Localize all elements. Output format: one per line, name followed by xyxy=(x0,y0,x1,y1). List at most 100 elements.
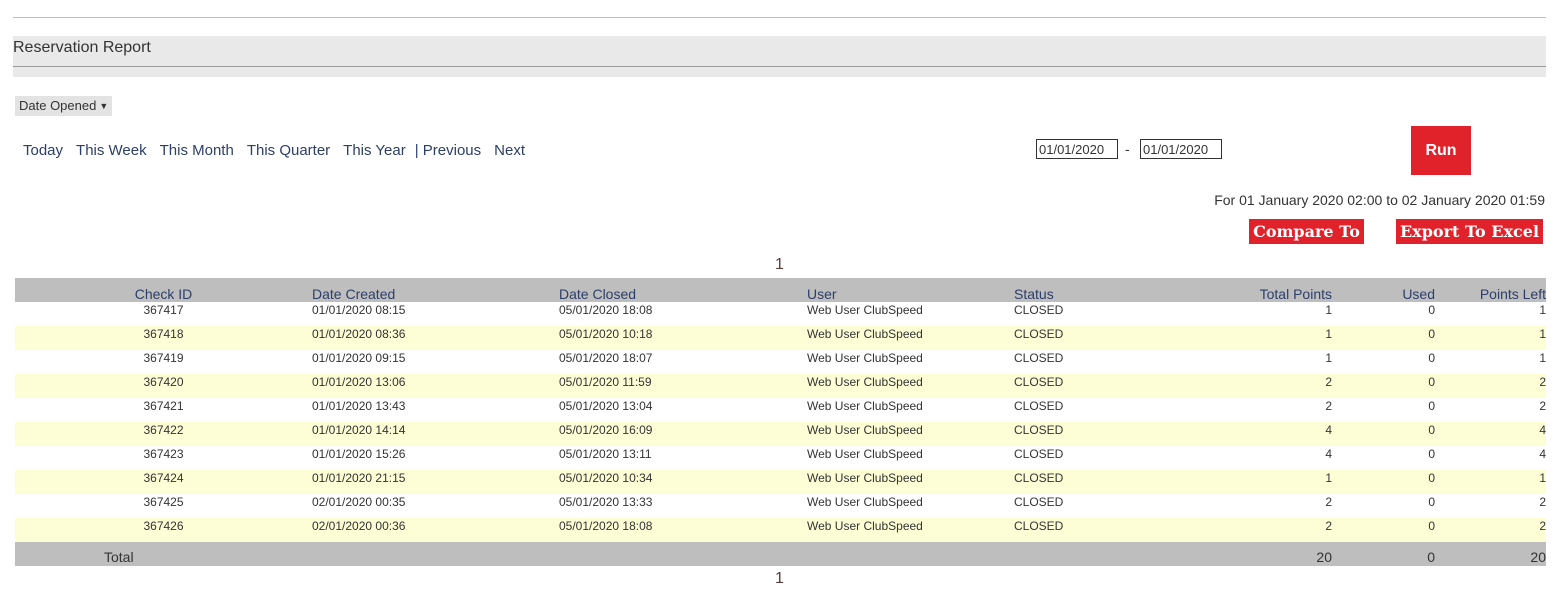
export-excel-button[interactable]: Export To Excel xyxy=(1396,219,1543,244)
cell-status: CLOSED xyxy=(1014,471,1064,485)
col-check-id[interactable]: Check ID xyxy=(15,278,312,302)
pager-top[interactable]: 1 xyxy=(775,256,784,274)
cell-total-points: 2 xyxy=(1325,399,1332,413)
col-user[interactable]: User xyxy=(807,278,1014,302)
cell-status: CLOSED xyxy=(1014,399,1064,413)
cell-total-points: 4 xyxy=(1325,447,1332,461)
cell-check-id: 367422 xyxy=(143,423,184,437)
cell-check-id: 367418 xyxy=(143,327,184,341)
col-date-created[interactable]: Date Created xyxy=(312,278,559,302)
total-empty-cell xyxy=(559,542,807,566)
cell-date-created: 01/01/2020 21:15 xyxy=(312,471,406,485)
cell-date-closed: 05/01/2020 13:33 xyxy=(559,495,653,509)
cell-user: Web User ClubSpeed xyxy=(807,495,923,509)
cell-date-created: 01/01/2020 08:36 xyxy=(312,327,406,341)
run-button[interactable]: Run xyxy=(1411,126,1471,175)
cell-check-id: 367423 xyxy=(143,447,184,461)
total-points-left-value: 20 xyxy=(1530,549,1546,565)
cell-used: 0 xyxy=(1428,375,1435,389)
cell-check-id: 367424 xyxy=(143,471,184,485)
nav-this-month[interactable]: This Month xyxy=(160,142,234,159)
cell-date-closed: 05/01/2020 10:18 xyxy=(559,327,653,341)
table-row[interactable]: 367425 02/01/2020 00:35 05/01/2020 13:33 We… xyxy=(15,494,1546,518)
cell-date-created: 02/01/2020 00:36 xyxy=(312,519,406,533)
cell-date-closed: 05/01/2020 16:09 xyxy=(559,423,653,437)
cell-total-points: 1 xyxy=(1325,351,1332,365)
total-label: Total xyxy=(104,549,134,565)
pager-bottom[interactable]: 1 xyxy=(775,570,784,588)
cell-used: 0 xyxy=(1428,519,1435,533)
table-row[interactable]: 367424 01/01/2020 21:15 05/01/2020 10:34 We… xyxy=(15,470,1546,494)
date-separator: - xyxy=(1125,141,1130,157)
cell-points-left: 2 xyxy=(1539,495,1546,509)
cell-date-closed: 05/01/2020 18:08 xyxy=(559,519,653,533)
cell-user: Web User ClubSpeed xyxy=(807,351,923,365)
cell-check-id: 367421 xyxy=(143,399,184,413)
col-total-points[interactable]: Total Points xyxy=(1144,278,1332,302)
cell-used: 0 xyxy=(1428,471,1435,485)
cell-status: CLOSED xyxy=(1014,519,1064,533)
cell-user: Web User ClubSpeed xyxy=(807,423,923,437)
cell-status: CLOSED xyxy=(1014,327,1064,341)
cell-date-created: 01/01/2020 09:15 xyxy=(312,351,406,365)
table-row[interactable]: 367417 01/01/2020 08:15 05/01/2020 18:08 We… xyxy=(15,302,1546,326)
cell-check-id: 367426 xyxy=(143,519,184,533)
cell-date-closed: 05/01/2020 11:59 xyxy=(559,375,652,389)
cell-total-points: 1 xyxy=(1325,471,1332,485)
date-from-input[interactable] xyxy=(1036,139,1118,159)
chevron-down-icon: ▼ xyxy=(99,101,109,111)
cell-points-left: 1 xyxy=(1539,471,1546,485)
date-to-input[interactable] xyxy=(1140,139,1222,159)
cell-points-left: 2 xyxy=(1539,519,1546,533)
col-used[interactable]: Used xyxy=(1332,278,1435,302)
nav-this-week[interactable]: This Week xyxy=(76,142,147,159)
cell-used: 0 xyxy=(1428,351,1435,365)
title-bar-bottom xyxy=(13,67,1546,77)
cell-date-closed: 05/01/2020 18:07 xyxy=(559,351,653,365)
col-status[interactable]: Status xyxy=(1014,278,1144,302)
nav-this-year[interactable]: This Year xyxy=(343,142,406,159)
cell-user: Web User ClubSpeed xyxy=(807,447,923,461)
total-empty-cell xyxy=(312,542,559,566)
cell-points-left: 1 xyxy=(1539,351,1546,365)
date-type-select[interactable]: Date Opened ▼ xyxy=(15,96,113,116)
cell-total-points: 4 xyxy=(1325,423,1332,437)
cell-date-closed: 05/01/2020 13:04 xyxy=(559,399,653,413)
cell-points-left: 2 xyxy=(1539,399,1546,413)
nav-this-quarter[interactable]: This Quarter xyxy=(247,142,330,159)
compare-to-button[interactable]: Compare To xyxy=(1249,219,1364,244)
nav-today[interactable]: Today xyxy=(23,142,63,159)
col-date-closed[interactable]: Date Closed xyxy=(559,278,807,302)
cell-date-closed: 05/01/2020 18:08 xyxy=(559,303,653,317)
cell-date-created: 01/01/2020 15:26 xyxy=(312,447,406,461)
top-divider xyxy=(13,17,1546,18)
cell-used: 0 xyxy=(1428,423,1435,437)
cell-used: 0 xyxy=(1428,399,1435,413)
table-row[interactable]: 367420 01/01/2020 13:06 05/01/2020 11:59 We… xyxy=(15,374,1546,398)
table-total-row: Total 20 0 20 xyxy=(15,542,1546,566)
table-row[interactable]: 367421 01/01/2020 13:43 05/01/2020 13:04 We… xyxy=(15,398,1546,422)
cell-total-points: 2 xyxy=(1325,375,1332,389)
table-row[interactable]: 367418 01/01/2020 08:36 05/01/2020 10:18 We… xyxy=(15,326,1546,350)
table-row[interactable]: 367419 01/01/2020 09:15 05/01/2020 18:07 We… xyxy=(15,350,1546,374)
cell-status: CLOSED xyxy=(1014,447,1064,461)
cell-points-left: 2 xyxy=(1539,375,1546,389)
date-type-value: Date Opened xyxy=(19,98,97,113)
table-row[interactable]: 367423 01/01/2020 15:26 05/01/2020 13:11 We… xyxy=(15,446,1546,470)
cell-points-left: 4 xyxy=(1539,447,1546,461)
table-row[interactable]: 367422 01/01/2020 14:14 05/01/2020 16:09 We… xyxy=(15,422,1546,446)
nav-next[interactable]: Next xyxy=(494,142,525,159)
cell-used: 0 xyxy=(1428,447,1435,461)
col-points-left[interactable]: Points Left xyxy=(1435,278,1546,302)
cell-status: CLOSED xyxy=(1014,375,1064,389)
total-points-value: 20 xyxy=(1316,549,1332,565)
cell-date-created: 02/01/2020 00:35 xyxy=(312,495,406,509)
table-row[interactable]: 367426 02/01/2020 00:36 05/01/2020 18:08 We… xyxy=(15,518,1546,542)
cell-date-closed: 05/01/2020 13:11 xyxy=(559,447,652,461)
cell-used: 0 xyxy=(1428,495,1435,509)
cell-date-created: 01/01/2020 08:15 xyxy=(312,303,406,317)
cell-user: Web User ClubSpeed xyxy=(807,471,923,485)
nav-previous[interactable]: | Previous xyxy=(415,142,481,159)
date-range-text: For 01 January 2020 02:00 to 02 January … xyxy=(1214,192,1545,208)
cell-date-created: 01/01/2020 13:43 xyxy=(312,399,406,413)
